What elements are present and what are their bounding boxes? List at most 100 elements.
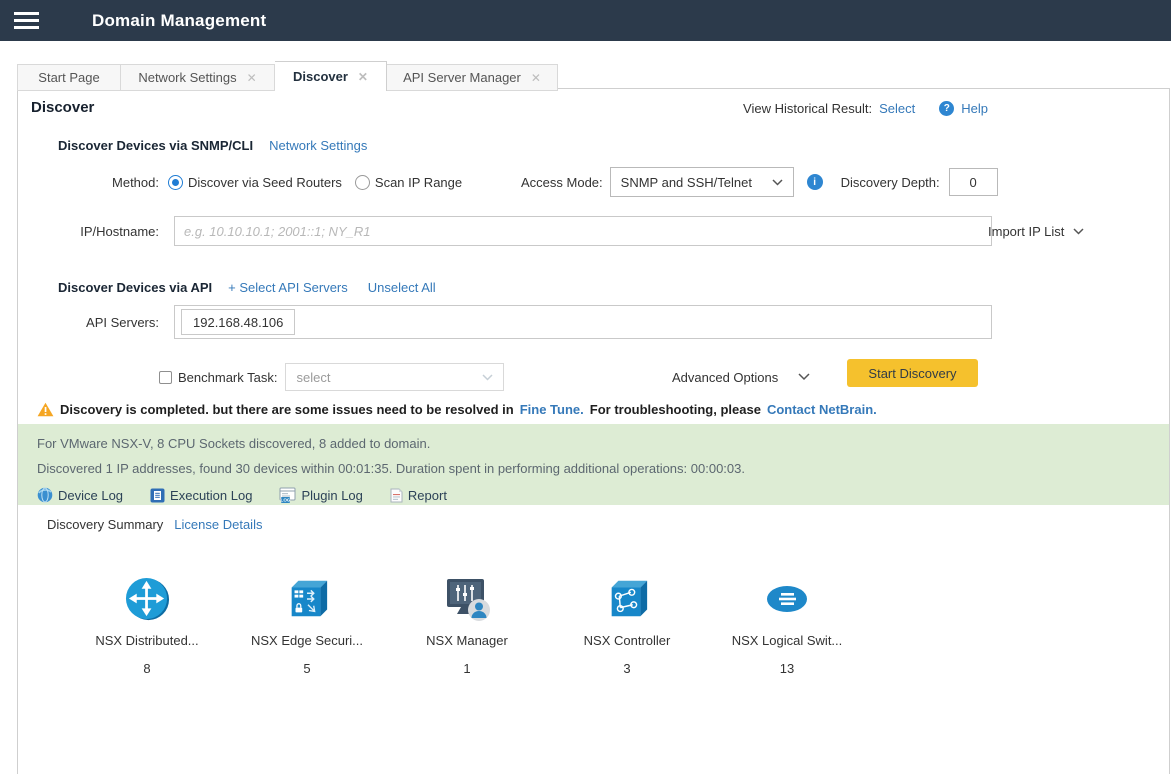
device-tile-nsx-manager[interactable]: NSX Manager 1: [387, 573, 547, 676]
globe-icon: [37, 487, 53, 503]
device-count: 1: [463, 661, 470, 676]
historical-select-link[interactable]: Select: [879, 101, 915, 116]
hamburger-menu-icon[interactable]: [14, 8, 39, 33]
device-count: 5: [303, 661, 310, 676]
network-settings-link[interactable]: Network Settings: [269, 138, 367, 153]
chevron-down-icon: [1073, 228, 1084, 235]
chevron-down-icon: [482, 374, 493, 381]
plugin-log-label: Plugin Log: [301, 488, 362, 503]
discovery-result-banner: For VMware NSX-V, 8 CPU Sockets discover…: [18, 424, 1169, 505]
report-icon: [390, 488, 403, 503]
warning-text-2: For troubleshooting, please: [590, 402, 761, 417]
tab-label: Network Settings: [138, 70, 236, 85]
device-summary-grid: NSX Distributed... 8: [67, 573, 867, 676]
discovery-summary-title: Discovery Summary: [47, 517, 163, 532]
benchmark-task-value: select: [296, 370, 330, 385]
device-count: 13: [780, 661, 794, 676]
tab-api-server-manager[interactable]: API Server Manager ✕: [387, 64, 558, 91]
benchmark-checkbox[interactable]: [159, 371, 172, 384]
close-icon[interactable]: ✕: [358, 71, 368, 83]
ip-hostname-label: IP/Hostname:: [31, 224, 159, 239]
domain-management-window: Domain Management Start Page Network Set…: [0, 0, 1171, 774]
advanced-options-button[interactable]: Advanced Options: [672, 363, 810, 391]
access-mode-row: Access Mode: SNMP and SSH/Telnet i Disco…: [521, 167, 998, 197]
snmp-section-title: Discover Devices via SNMP/CLI: [58, 138, 253, 153]
api-server-chip[interactable]: 192.168.48.106: [181, 309, 295, 335]
report-link[interactable]: Report: [390, 488, 447, 503]
radio-discover-via-seed-routers[interactable]: [168, 175, 183, 190]
device-tile-nsx-logical-switch[interactable]: NSX Logical Swit... 13: [707, 573, 867, 676]
device-count: 8: [143, 661, 150, 676]
help-icon[interactable]: ?: [939, 101, 954, 116]
plugin-log-link[interactable]: LOG Plugin Log: [279, 487, 362, 503]
page-title: Discover: [31, 99, 94, 116]
discovery-warning-row: Discovery is completed. but there are so…: [37, 402, 877, 417]
edge-security-cube-icon: [284, 576, 330, 622]
discovery-summary-header: Discovery Summary License Details: [47, 517, 262, 532]
unselect-all-link[interactable]: Unselect All: [368, 280, 436, 295]
contact-netbrain-link[interactable]: Contact NetBrain.: [767, 402, 877, 417]
info-icon[interactable]: i: [807, 174, 823, 190]
import-ip-list-label: Import IP List: [988, 224, 1064, 239]
ip-hostname-input[interactable]: [174, 216, 992, 246]
import-ip-list-button[interactable]: Import IP List: [988, 216, 1084, 246]
discovery-depth-label: Discovery Depth:: [841, 175, 940, 190]
chevron-down-icon: [772, 179, 783, 186]
chevron-down-icon: [798, 373, 810, 381]
tab-label: Discover: [293, 69, 348, 84]
fine-tune-link[interactable]: Fine Tune.: [520, 402, 584, 417]
tab-label: Start Page: [38, 70, 99, 85]
benchmark-label: Benchmark Task:: [178, 370, 277, 385]
tab-label: API Server Manager: [403, 70, 521, 85]
device-log-link[interactable]: Device Log: [37, 487, 123, 503]
router-icon: [124, 576, 171, 623]
method-label: Method:: [31, 175, 159, 190]
license-details-link[interactable]: License Details: [174, 517, 262, 532]
device-tile-nsx-controller[interactable]: NSX Controller 3: [547, 573, 707, 676]
device-label: NSX Manager: [426, 633, 508, 648]
logical-switch-icon: [765, 584, 809, 614]
device-label: NSX Distributed...: [95, 633, 198, 648]
benchmark-task-select[interactable]: select: [285, 363, 504, 391]
device-tile-nsx-distributed[interactable]: NSX Distributed... 8: [67, 573, 227, 676]
app-header: Domain Management: [0, 0, 1171, 41]
radio-scan-ip-range[interactable]: [355, 175, 370, 190]
help-link[interactable]: Help: [961, 101, 988, 116]
device-label: NSX Logical Swit...: [732, 633, 843, 648]
radio-label-scan-ip-range[interactable]: Scan IP Range: [375, 175, 462, 190]
close-icon[interactable]: ✕: [247, 72, 257, 84]
device-count: 3: [623, 661, 630, 676]
access-mode-select[interactable]: SNMP and SSH/Telnet: [610, 167, 794, 197]
historical-result-label: View Historical Result:: [743, 101, 872, 116]
device-label: NSX Controller: [584, 633, 671, 648]
execution-log-link[interactable]: Execution Log: [150, 488, 252, 503]
tab-discover[interactable]: Discover ✕: [275, 61, 387, 91]
tab-bar: Start Page Network Settings ✕ Discover ✕…: [17, 61, 558, 91]
start-discovery-button[interactable]: Start Discovery: [847, 359, 978, 387]
tab-network-settings[interactable]: Network Settings ✕: [121, 64, 275, 91]
radio-label-seed-routers[interactable]: Discover via Seed Routers: [188, 175, 342, 190]
controller-cube-icon: [604, 576, 650, 622]
close-icon[interactable]: ✕: [531, 72, 541, 84]
warning-text: Discovery is completed. but there are so…: [60, 402, 514, 417]
api-section-title: Discover Devices via API: [58, 280, 212, 295]
api-servers-input[interactable]: 192.168.48.106: [174, 305, 992, 339]
discovery-depth-input[interactable]: [949, 168, 998, 196]
document-icon: [150, 488, 165, 503]
historical-result-row: View Historical Result: Select ? Help: [743, 101, 988, 116]
device-log-label: Device Log: [58, 488, 123, 503]
select-api-servers-link[interactable]: + Select API Servers: [228, 280, 348, 295]
svg-text:LOG: LOG: [281, 498, 291, 503]
result-line-2: Discovered 1 IP addresses, found 30 devi…: [37, 456, 1169, 481]
log-window-icon: LOG: [279, 487, 296, 503]
api-servers-row: API Servers: 192.168.48.106: [31, 305, 992, 339]
api-section-header: Discover Devices via API + Select API Se…: [58, 280, 436, 295]
tab-start-page[interactable]: Start Page: [17, 64, 121, 91]
device-tile-nsx-edge-security[interactable]: NSX Edge Securi... 5: [227, 573, 387, 676]
log-links-row: Device Log Execution Log LOG Plugin Log …: [37, 487, 1169, 503]
app-title: Domain Management: [92, 11, 266, 31]
device-label: NSX Edge Securi...: [251, 633, 363, 648]
snmp-section-header: Discover Devices via SNMP/CLI Network Se…: [58, 138, 367, 153]
api-servers-label: API Servers:: [31, 315, 159, 330]
result-line-1: For VMware NSX-V, 8 CPU Sockets discover…: [37, 431, 1169, 456]
